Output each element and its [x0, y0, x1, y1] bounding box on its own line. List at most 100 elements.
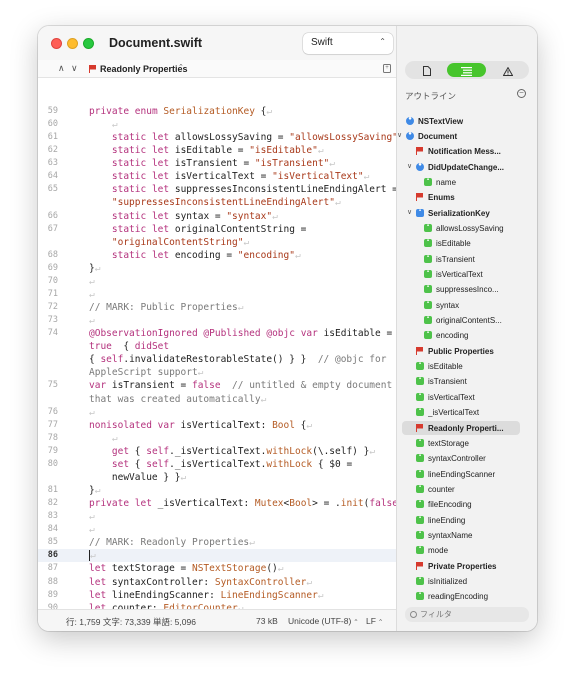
code-line[interactable]: 75 var isTransient = false // untitled & …: [38, 379, 396, 392]
code-line[interactable]: true { didSet: [38, 340, 396, 353]
code-text: newValue } }↵: [89, 471, 187, 483]
outline-item[interactable]: Notification Mess...: [397, 144, 537, 159]
code-line[interactable]: 64 static let isVerticalText = "isVertic…: [38, 170, 396, 183]
code-line[interactable]: 81}↵: [38, 484, 396, 497]
outline-filter-field[interactable]: フィルタ: [405, 607, 529, 622]
code-line[interactable]: 89 let lineEndingScanner: LineEndingScann…: [38, 589, 396, 602]
property-icon: ▪: [416, 438, 424, 447]
outline-item[interactable]: Readonly Properti...: [397, 420, 537, 436]
outline-item[interactable]: ▪ lineEnding: [397, 513, 537, 528]
encoding-popup[interactable]: Unicode (UTF-8) ⌃: [288, 616, 359, 626]
code-line[interactable]: 62 static let isEditable = "isEditable"↵: [38, 144, 396, 157]
line-number: 79: [47, 445, 58, 456]
outline-item[interactable]: ▪ syntaxName: [397, 528, 537, 543]
code-line[interactable]: 77 nonisolated var isVerticalText: Bool {…: [38, 419, 396, 432]
code-line[interactable]: 67 static let originalContentString =: [38, 223, 396, 236]
outline-item[interactable]: ▪ isTransient: [397, 252, 537, 267]
code-line[interactable]: 72 // MARK: Public Properties↵: [38, 301, 396, 314]
code-line[interactable]: 65 static let suppressesInconsistentLine…: [38, 183, 396, 196]
code-line[interactable]: 70 ↵: [38, 275, 396, 288]
code-line[interactable]: "suppressesInconsistentLineEndingAlert"↵: [38, 196, 396, 209]
code-line[interactable]: 88 let syntaxController: SyntaxController…: [38, 576, 396, 589]
code-line[interactable]: "originalContentString"↵: [38, 236, 396, 249]
code-line[interactable]: 78 ↵: [38, 432, 396, 445]
jumpbar-chevron-icon[interactable]: ⌃: [178, 63, 184, 71]
code-line[interactable]: 71 ↵: [38, 288, 396, 301]
outline-item[interactable]: ∨ ▪ SerializationKey: [397, 206, 537, 221]
syntax-popup[interactable]: Swift ⌃: [303, 33, 393, 54]
chevron-icon: ⌃: [353, 619, 359, 626]
outline-item[interactable]: ▪ isVerticalText: [397, 267, 537, 282]
document-icon: [422, 66, 431, 76]
outline-item[interactable]: Private Properties: [397, 559, 537, 574]
disclosure-chevron-icon[interactable]: ∨: [407, 208, 412, 216]
collapse-all-icon[interactable]: −: [517, 89, 526, 98]
code-line[interactable]: 86 ↵: [38, 549, 396, 563]
code-line[interactable]: 84 ↵: [38, 523, 396, 536]
code-line[interactable]: 83 ↵: [38, 510, 396, 523]
code-line[interactable]: 59 private enum SerializationKey {↵: [38, 105, 396, 118]
minimize-window-button[interactable]: [67, 38, 78, 49]
next-arrow-icon[interactable]: ∨: [71, 63, 78, 74]
disclosure-chevron-icon[interactable]: ∨: [397, 131, 402, 139]
outline-item[interactable]: ▪ isEditable: [397, 236, 537, 251]
code-line[interactable]: that was created automatically↵: [38, 393, 396, 406]
tab-document-inspector[interactable]: [407, 63, 446, 77]
outline-item[interactable]: ▪ originalContentS...: [397, 313, 537, 328]
code-editor[interactable]: 59 private enum SerializationKey {↵ 60 ↵ 61…: [38, 78, 396, 609]
outline-item[interactable]: Enums: [397, 190, 537, 205]
code-line[interactable]: 85 // MARK: Readonly Properties↵: [38, 536, 396, 549]
code-line[interactable]: 73 ↵: [38, 314, 396, 327]
outline-item[interactable]: ▪ isVerticalText: [397, 390, 537, 405]
jumpbar-location[interactable]: Readonly Properties: [100, 64, 188, 74]
outline-item[interactable]: ▪ syntaxController: [397, 451, 537, 466]
outline-item[interactable]: ● NSTextView: [397, 114, 537, 129]
outline-item[interactable]: ▪ suppressesInco...: [397, 282, 537, 297]
disclosure-chevron-icon[interactable]: ∨: [407, 162, 412, 170]
outline-item[interactable]: ▪ readingEncoding: [397, 589, 537, 604]
outline-item[interactable]: ∨ ● DidUpdateChange...: [397, 160, 537, 175]
outline-item[interactable]: ▪ isInitialized: [397, 574, 537, 589]
outline-item[interactable]: ∨ ● Document: [397, 129, 537, 144]
outline-item[interactable]: ▪ isTransient: [397, 374, 537, 389]
code-line[interactable]: 66 static let syntax = "syntax"↵: [38, 210, 396, 223]
zoom-window-button[interactable]: [83, 38, 94, 49]
outline-item[interactable]: ▪ syntax: [397, 298, 537, 313]
code-line[interactable]: 79 get { self._isVerticalText.withLock(\…: [38, 445, 396, 458]
code-line[interactable]: { self.invalidateRestorableState() } } /…: [38, 353, 396, 366]
outline-item[interactable]: ▪ isEditable: [397, 359, 537, 374]
tab-outline[interactable]: [447, 63, 486, 77]
outline-item[interactable]: ▪ lineEndingScanner: [397, 467, 537, 482]
code-text: }↵: [89, 262, 101, 274]
outline-item[interactable]: ▪ _isVerticalText: [397, 405, 537, 420]
outline-item[interactable]: ▪ mode: [397, 543, 537, 558]
code-line[interactable]: 82 private let _isVerticalText: Mutex<Boo…: [38, 497, 396, 510]
outline-item[interactable]: ▪ counter: [397, 482, 537, 497]
code-line[interactable]: 80 set { self._isVerticalText.withLock {…: [38, 458, 396, 471]
outline-item[interactable]: ▪ encoding: [397, 328, 537, 343]
outline-item[interactable]: Public Properties: [397, 344, 537, 359]
code-line[interactable]: 76 ↵: [38, 406, 396, 419]
previous-arrow-icon[interactable]: ∧: [58, 63, 65, 74]
code-line[interactable]: 63 static let isTransient = "isTransient…: [38, 157, 396, 170]
outline-item[interactable]: ▪ fileEncoding: [397, 497, 537, 512]
code-line[interactable]: 74 @ObservationIgnored @Published @objc v…: [38, 327, 396, 340]
code-line[interactable]: newValue } }↵: [38, 471, 396, 484]
tab-warnings[interactable]: [488, 63, 527, 77]
split-editor-icon[interactable]: +: [383, 64, 391, 73]
outline-item[interactable]: ▪ allowsLossySaving: [397, 221, 537, 236]
code-text: nonisolated var isVerticalText: Bool {↵: [89, 419, 313, 431]
close-window-button[interactable]: [51, 38, 62, 49]
code-line[interactable]: 68 static let encoding = "encoding"↵: [38, 249, 396, 262]
code-line[interactable]: 87 let textStorage = NSTextStorage()↵: [38, 562, 396, 575]
code-text: ↵: [89, 288, 95, 300]
code-line[interactable]: 61 static let allowsLossySaving = "allow…: [38, 131, 396, 144]
code-line[interactable]: 90 let counter: EditorCounter↵: [38, 602, 396, 609]
outline-item[interactable]: ▪ textStorage: [397, 436, 537, 451]
code-line[interactable]: 69}↵: [38, 262, 396, 275]
code-line[interactable]: 60 ↵: [38, 118, 396, 131]
line-ending-popup[interactable]: LF ⌃: [366, 616, 383, 626]
code-line[interactable]: AppleScript support↵: [38, 366, 396, 379]
outline-item[interactable]: ▪ name: [397, 175, 537, 190]
enum-icon: ▪: [416, 208, 424, 217]
